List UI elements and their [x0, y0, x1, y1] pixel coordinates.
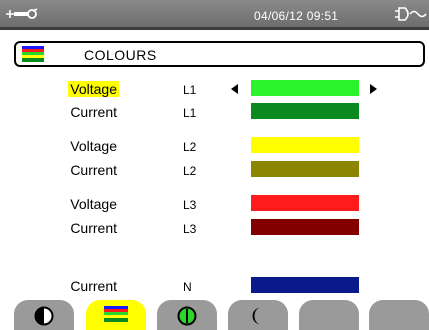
row-label: Current [70, 104, 117, 120]
row-label: Current [70, 278, 117, 294]
status-bar: 04/06/12 09:51 [0, 0, 429, 30]
row-phase: L3 [183, 222, 197, 236]
row-label: Current [70, 220, 117, 236]
page-title: COLOURS [84, 47, 157, 63]
row-phase: L2 [183, 140, 197, 154]
colour-row-current-n[interactable]: Current N [0, 276, 429, 296]
arrow-left-icon[interactable] [231, 84, 238, 94]
plug-icon [393, 6, 427, 27]
colour-row-voltage-l1[interactable]: Voltage L1 [0, 79, 429, 99]
colour-row-voltage-l2[interactable]: Voltage L2 [0, 136, 429, 156]
colour-swatch[interactable] [251, 137, 359, 153]
crescent-icon [252, 307, 261, 325]
wrench-icon [4, 6, 40, 27]
colour-swatch[interactable] [251, 219, 359, 235]
row-phase: L2 [183, 164, 197, 178]
colour-swatch[interactable] [251, 80, 359, 96]
colour-swatch[interactable] [251, 161, 359, 177]
row-phase: L1 [183, 83, 197, 97]
colour-palette-icon [104, 306, 128, 322]
row-label: Current [70, 162, 117, 178]
colour-swatch[interactable] [251, 277, 359, 293]
row-phase: N [183, 280, 192, 294]
arrow-right-icon[interactable] [370, 84, 377, 94]
screen-header: COLOURS [14, 41, 425, 67]
colour-swatch[interactable] [251, 103, 359, 119]
row-label: Voltage [70, 196, 117, 212]
row-phase: L1 [183, 106, 197, 120]
half-circle-icon [34, 306, 54, 326]
colour-row-current-l1[interactable]: Current L1 [0, 102, 429, 122]
colour-row-current-l2[interactable]: Current L2 [0, 160, 429, 180]
softkey-bar [0, 298, 429, 330]
row-label: Voltage [68, 81, 119, 97]
colour-swatch[interactable] [251, 195, 359, 211]
colour-palette-icon [22, 46, 44, 67]
colour-row-voltage-l3[interactable]: Voltage L3 [0, 194, 429, 214]
row-phase: L3 [183, 198, 197, 212]
row-label: Voltage [70, 138, 117, 154]
status-datetime: 04/06/12 09:51 [254, 9, 339, 23]
colour-row-current-l3[interactable]: Current L3 [0, 218, 429, 238]
circle-line-icon [177, 306, 197, 326]
